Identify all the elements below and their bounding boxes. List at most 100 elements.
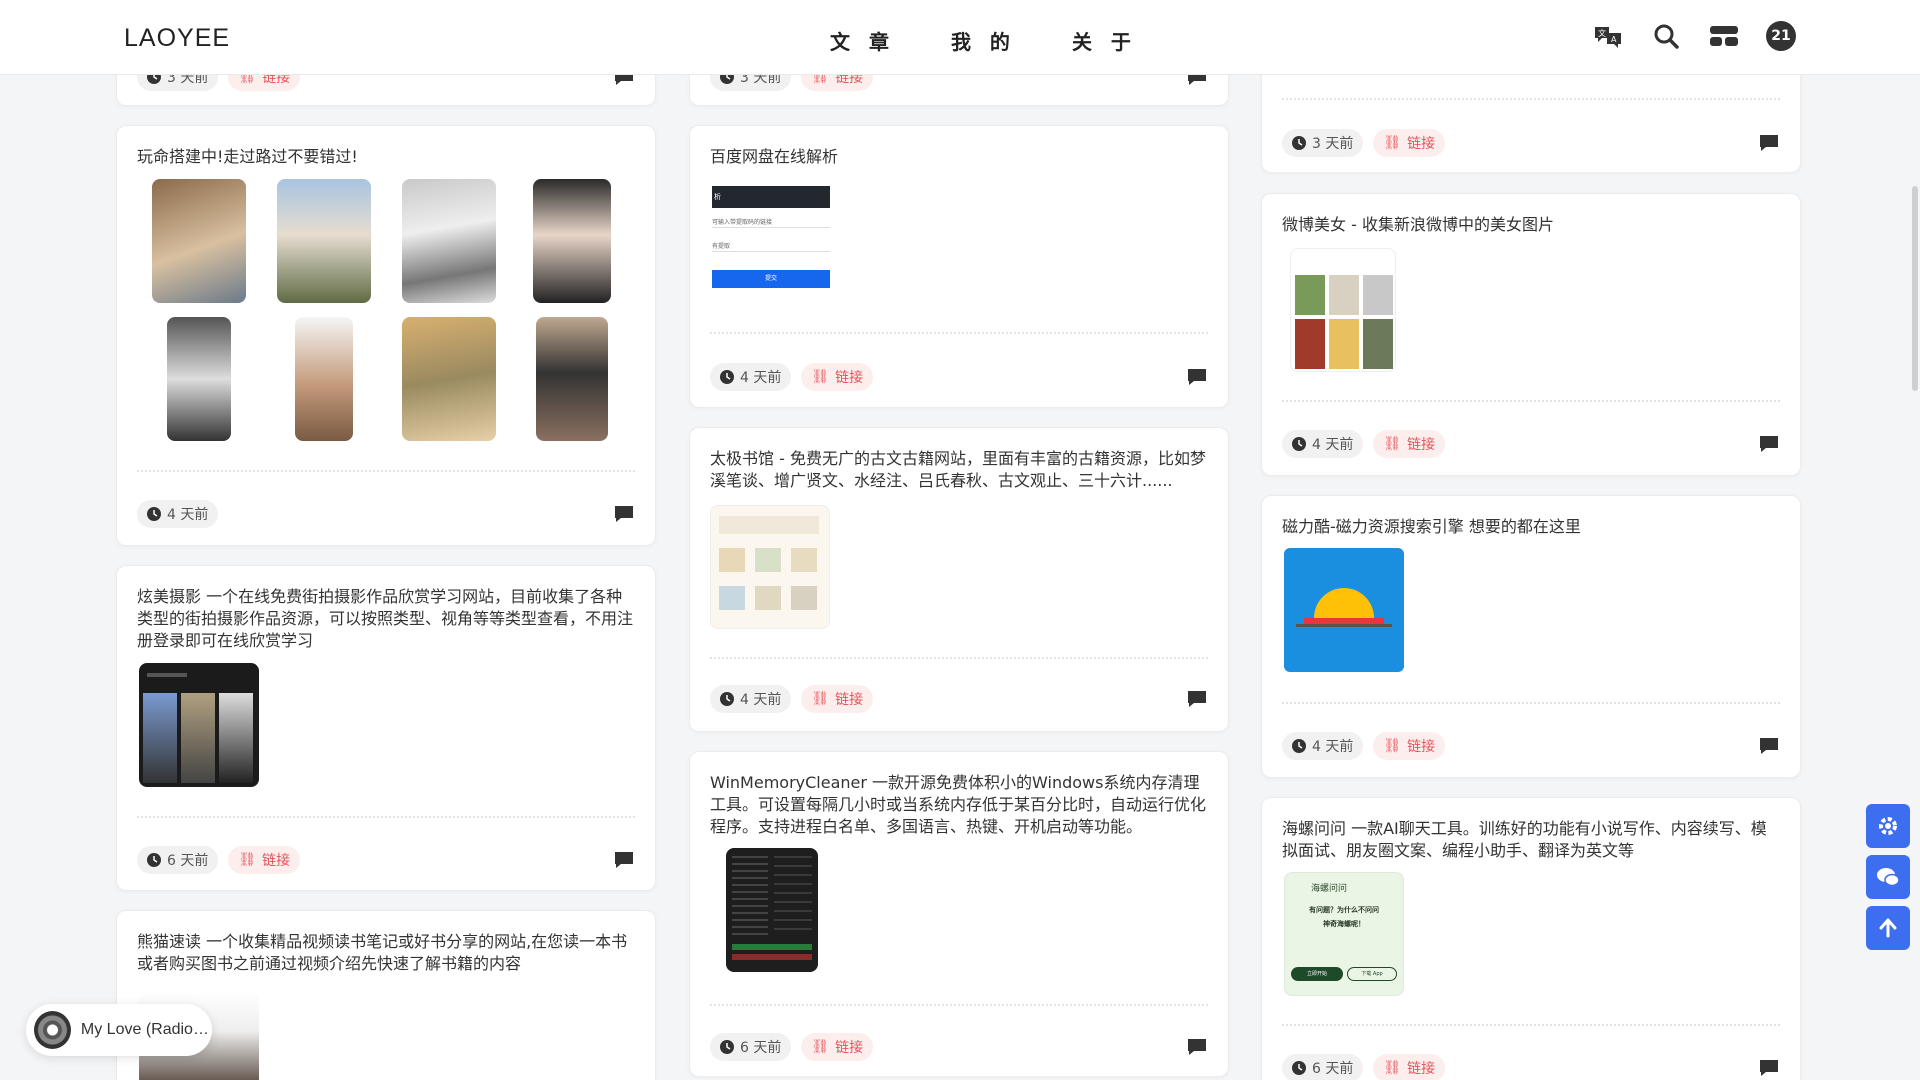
nav-about[interactable]: 关 于 — [1072, 26, 1137, 55]
article-card[interactable]: 磁力酷-磁力资源搜索引擎 想要的都在这里 4 天前 ⛓ 链接 — [1261, 495, 1801, 778]
comment-icon[interactable] — [1186, 689, 1208, 709]
article-card[interactable]: 炫美摄影 一个在线免费街拍摄影作品欣赏学习网站，目前收集了各种类型的街拍摄影作品… — [116, 565, 656, 891]
shot-header: 析 — [712, 186, 830, 208]
card-divider — [1282, 400, 1780, 402]
card-title[interactable]: 熊猫速读 一个收集精品视频读书笔记或好书分享的网站,在您读一本书或者购买图书之前… — [137, 931, 635, 975]
card-title[interactable]: 海螺问问 一款AI聊天工具。训练好的功能有小说写作、内容续写、模拟面试、朋友圈文… — [1282, 818, 1780, 862]
card-divider — [1282, 1024, 1780, 1026]
card-title[interactable]: 磁力酷-磁力资源搜索引擎 想要的都在这里 — [1282, 516, 1780, 538]
comment-icon[interactable] — [1758, 1058, 1780, 1078]
article-screenshot[interactable] — [726, 848, 818, 972]
time-pill: 6 天前 — [1282, 1054, 1364, 1080]
page-scrollbar[interactable] — [1912, 186, 1918, 391]
link-pill[interactable]: ⛓ 链接 — [801, 1033, 874, 1061]
link-pill[interactable]: ⛓ 链接 — [801, 363, 874, 391]
card-title[interactable]: WinMemoryCleaner 一款开源免费体积小的Windows系统内存清理… — [710, 772, 1208, 838]
card-divider — [710, 657, 1208, 659]
nav-mine[interactable]: 我 的 — [951, 26, 1016, 55]
time-label: 4 天前 — [1312, 739, 1354, 755]
magnet-logo-image[interactable] — [1284, 548, 1404, 672]
card-meta: 4 天前 ⛓ 链接 — [1282, 430, 1780, 458]
card-title[interactable]: 玩命搭建中!走过路过不要错过! — [137, 146, 635, 168]
main-nav: 文 章 我 的 关 于 — [830, 26, 1137, 55]
photo-thumbnail[interactable] — [402, 179, 496, 303]
site-logo[interactable]: LAOYEE — [124, 24, 230, 53]
article-card[interactable]: 太极书馆 - 免费无广的古文古籍网站，里面有丰富的古籍资源，比如梦溪笔谈、增广贤… — [689, 427, 1229, 732]
article-card[interactable]: 百度网盘在线解析 析 可输入带提取码的链接 有提取 提交 4 天前 ⛓ 链接 — [689, 125, 1229, 408]
shot-button-download: 下载 App — [1347, 967, 1397, 981]
comment-icon[interactable] — [1186, 367, 1208, 387]
layout-icon[interactable] — [1708, 20, 1740, 52]
article-card[interactable]: WinMemoryCleaner 一款开源免费体积小的Windows系统内存清理… — [689, 751, 1229, 1077]
svg-text:A: A — [1611, 35, 1617, 44]
article-card[interactable]: 熊猫速读 一个收集精品视频读书笔记或好书分享的网站,在您读一本书或者购买图书之前… — [116, 910, 656, 1080]
link-label: 链接 — [1407, 136, 1436, 152]
svg-text:文: 文 — [1598, 28, 1606, 38]
card-divider — [137, 816, 635, 818]
time-pill: 4 天前 — [1282, 732, 1364, 760]
link-pill[interactable]: ⛓ 链接 — [228, 846, 301, 874]
link-pill[interactable]: ⛓ 链接 — [1373, 732, 1446, 760]
card-meta: 4 天前 ⛓ 链接 — [1282, 732, 1780, 760]
card-title[interactable]: 百度网盘在线解析 — [710, 146, 1208, 168]
article-screenshot[interactable] — [710, 505, 830, 629]
card-meta: 3 天前 ⛓ 链接 — [1282, 129, 1780, 157]
article-screenshot[interactable]: 海螺问问 有问题？为什么不问问 神奇海螺呢！ 立即开始 下载 App — [1284, 872, 1404, 996]
photo-thumbnail[interactable] — [536, 317, 608, 441]
link-icon: ⛓ — [811, 691, 830, 707]
comment-icon[interactable] — [613, 850, 635, 870]
card-divider — [1282, 702, 1780, 704]
chat-button[interactable] — [1866, 855, 1910, 899]
link-pill[interactable]: ⛓ 链接 — [1373, 129, 1446, 157]
photo-thumbnail[interactable] — [402, 317, 496, 441]
time-pill: 6 天前 — [137, 846, 219, 874]
clock-icon — [1292, 739, 1306, 753]
time-label: 6 天前 — [740, 1040, 782, 1056]
card-title[interactable]: 太极书馆 - 免费无广的古文古籍网站，里面有丰富的古籍资源，比如梦溪笔谈、增广贤… — [710, 448, 1208, 492]
music-player[interactable]: My Love (Radio Edit) — [26, 1004, 212, 1056]
link-label: 链接 — [835, 692, 864, 708]
article-card[interactable]: 玩命搭建中!走过路过不要错过! 4 天前 — [116, 125, 656, 546]
nav-articles[interactable]: 文 章 — [830, 26, 895, 55]
card-title[interactable]: 微博美女 - 收集新浪微博中的美女图片 — [1282, 214, 1780, 236]
comment-icon[interactable] — [1758, 434, 1780, 454]
link-label: 链接 — [262, 853, 291, 869]
card-divider — [710, 332, 1208, 334]
card-divider — [1282, 98, 1780, 100]
clock-icon — [147, 507, 161, 521]
link-pill[interactable]: ⛓ 链接 — [801, 685, 874, 713]
search-icon[interactable] — [1650, 20, 1682, 52]
article-screenshot[interactable] — [139, 663, 259, 787]
link-icon: ⛓ — [1383, 738, 1402, 754]
card-title[interactable]: 炫美摄影 一个在线免费街拍摄影作品欣赏学习网站，目前收集了各种类型的街拍摄影作品… — [137, 586, 635, 652]
photo-thumbnail[interactable] — [295, 317, 353, 441]
link-pill[interactable]: ⛓ 链接 — [1373, 1054, 1446, 1080]
photo-thumbnail[interactable] — [533, 179, 611, 303]
back-to-top-button[interactable] — [1866, 906, 1910, 950]
article-screenshot[interactable]: 析 可输入带提取码的链接 有提取 提交 — [710, 182, 832, 292]
photo-thumbnail[interactable] — [277, 179, 371, 303]
link-label: 链接 — [1407, 1061, 1436, 1077]
shot-brand: 海螺问问 — [1311, 884, 1348, 894]
photo-thumbnail[interactable] — [167, 317, 231, 441]
article-card[interactable]: 微博美女 - 收集新浪微博中的美女图片 4 天前 ⛓ 链接 — [1261, 193, 1801, 476]
comment-icon[interactable] — [1758, 133, 1780, 153]
link-pill[interactable]: ⛓ 链接 — [1373, 430, 1446, 458]
clock-icon — [720, 1040, 734, 1054]
comment-icon[interactable] — [613, 504, 635, 524]
time-label: 4 天前 — [167, 507, 209, 523]
link-icon: ⛓ — [238, 852, 257, 868]
article-screenshot[interactable] — [1290, 248, 1396, 372]
comment-icon[interactable] — [1186, 1037, 1208, 1057]
album-disc-icon — [34, 1011, 71, 1049]
shot-input-1: 可输入带提取码的链接 — [712, 214, 830, 228]
clock-icon — [1292, 437, 1306, 451]
card-divider — [710, 1004, 1208, 1006]
comment-icon[interactable] — [1758, 736, 1780, 756]
article-card[interactable]: 海螺问问 一款AI聊天工具。训练好的功能有小说写作、内容续写、模拟面试、朋友圈文… — [1261, 797, 1801, 1080]
settings-button[interactable] — [1866, 804, 1910, 848]
clock-icon — [1292, 1061, 1306, 1075]
photo-thumbnail[interactable] — [152, 179, 246, 303]
translate-icon[interactable]: 文A — [1592, 20, 1624, 52]
notification-count-badge[interactable]: 21 — [1766, 21, 1796, 51]
